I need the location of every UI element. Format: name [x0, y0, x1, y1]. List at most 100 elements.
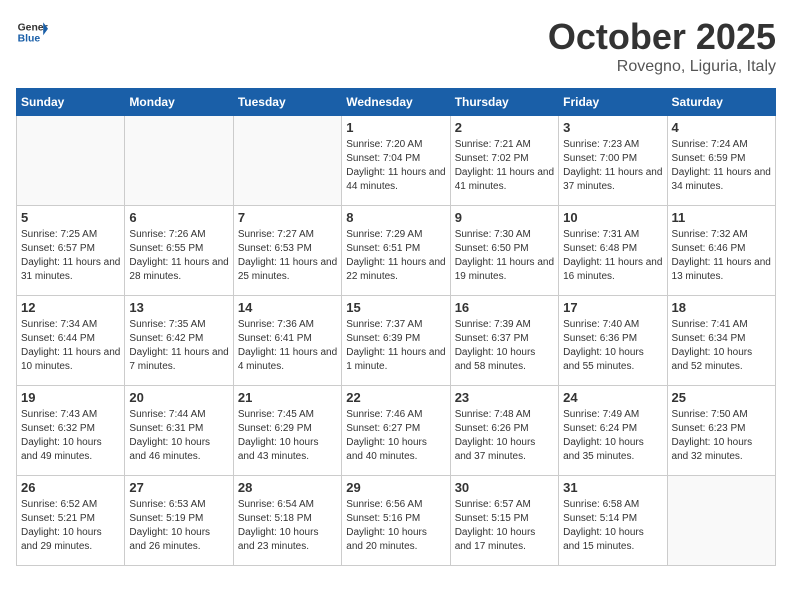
calendar-cell: 12Sunrise: 7:34 AMSunset: 6:44 PMDayligh… [17, 296, 125, 386]
day-number: 10 [563, 210, 662, 225]
calendar-cell [125, 116, 233, 206]
day-info: Sunrise: 7:50 AMSunset: 6:23 PMDaylight:… [672, 408, 771, 464]
day-info: Sunrise: 7:27 AMSunset: 6:53 PMDaylight:… [238, 228, 337, 284]
day-number: 1 [346, 120, 445, 135]
day-number: 18 [672, 300, 771, 315]
title-block: October 2025 Rovegno, Liguria, Italy [548, 16, 776, 76]
calendar-cell: 7 Sunrise: 7:27 AMSunset: 6:53 PMDaylight… [233, 206, 341, 296]
calendar-cell: 15 Sunrise: 7:37 AMSunset: 6:39 PMDayligh… [342, 296, 450, 386]
day-number: 30 [455, 480, 554, 495]
day-info: Sunrise: 6:54 AMSunset: 5:18 PMDaylight:… [238, 498, 337, 554]
day-info: Sunrise: 7:21 AMSunset: 7:02 PMDaylight:… [455, 138, 554, 194]
day-number: 19 [21, 390, 120, 405]
month-title: October 2025 [548, 16, 776, 58]
logo: General Blue [16, 16, 48, 48]
day-number: 16 [455, 300, 554, 315]
day-info: Sunrise: 7:25 AMSunset: 6:57 PMDaylight:… [21, 228, 120, 284]
day-info: Sunrise: 7:39 AMSunset: 6:37 PMDaylight:… [455, 318, 554, 374]
calendar-cell: 25Sunrise: 7:50 AMSunset: 6:23 PMDayligh… [667, 386, 775, 476]
calendar-cell: 14 Sunrise: 7:36 AMSunset: 6:41 PMDayligh… [233, 296, 341, 386]
weekday-header-saturday: Saturday [667, 89, 775, 116]
day-info: Sunrise: 7:30 AMSunset: 6:50 PMDaylight:… [455, 228, 554, 284]
day-info: Sunrise: 7:20 AMSunset: 7:04 PMDaylight:… [346, 138, 445, 194]
calendar-cell [233, 116, 341, 206]
calendar-table: SundayMondayTuesdayWednesdayThursdayFrid… [16, 88, 776, 566]
day-number: 22 [346, 390, 445, 405]
calendar-cell: 30 Sunrise: 6:57 AMSunset: 5:15 PMDayligh… [450, 476, 558, 566]
calendar-cell: 8Sunrise: 7:29 AMSunset: 6:51 PMDaylight… [342, 206, 450, 296]
calendar-cell: 24Sunrise: 7:49 AMSunset: 6:24 PMDayligh… [559, 386, 667, 476]
day-number: 12 [21, 300, 120, 315]
calendar-cell [17, 116, 125, 206]
calendar-cell: 1 Sunrise: 7:20 AMSunset: 7:04 PMDaylight… [342, 116, 450, 206]
calendar-cell [667, 476, 775, 566]
logo-icon: General Blue [16, 16, 48, 48]
calendar-cell: 23 Sunrise: 7:48 AMSunset: 6:26 PMDayligh… [450, 386, 558, 476]
day-number: 11 [672, 210, 771, 225]
day-number: 14 [238, 300, 337, 315]
day-info: Sunrise: 7:43 AMSunset: 6:32 PMDaylight:… [21, 408, 120, 464]
week-row-2: 5 Sunrise: 7:25 AMSunset: 6:57 PMDaylight… [17, 206, 776, 296]
calendar-cell: 6Sunrise: 7:26 AMSunset: 6:55 PMDaylight… [125, 206, 233, 296]
calendar-cell: 2 Sunrise: 7:21 AMSunset: 7:02 PMDaylight… [450, 116, 558, 206]
day-info: Sunrise: 7:24 AMSunset: 6:59 PMDaylight:… [672, 138, 771, 194]
calendar-cell: 31Sunrise: 6:58 AMSunset: 5:14 PMDayligh… [559, 476, 667, 566]
calendar-cell: 17Sunrise: 7:40 AMSunset: 6:36 PMDayligh… [559, 296, 667, 386]
calendar-cell: 21Sunrise: 7:45 AMSunset: 6:29 PMDayligh… [233, 386, 341, 476]
day-number: 7 [238, 210, 337, 225]
page-header: General Blue October 2025 Rovegno, Ligur… [16, 16, 776, 76]
weekday-header-monday: Monday [125, 89, 233, 116]
day-info: Sunrise: 6:56 AMSunset: 5:16 PMDaylight:… [346, 498, 445, 554]
calendar-cell: 13 Sunrise: 7:35 AMSunset: 6:42 PMDayligh… [125, 296, 233, 386]
day-number: 6 [129, 210, 228, 225]
day-info: Sunrise: 7:32 AMSunset: 6:46 PMDaylight:… [672, 228, 771, 284]
day-number: 9 [455, 210, 554, 225]
day-info: Sunrise: 7:31 AMSunset: 6:48 PMDaylight:… [563, 228, 662, 284]
calendar-cell: 11 Sunrise: 7:32 AMSunset: 6:46 PMDayligh… [667, 206, 775, 296]
calendar-cell: 19 Sunrise: 7:43 AMSunset: 6:32 PMDayligh… [17, 386, 125, 476]
weekday-header-friday: Friday [559, 89, 667, 116]
day-info: Sunrise: 7:41 AMSunset: 6:34 PMDaylight:… [672, 318, 771, 374]
calendar-cell: 4 Sunrise: 7:24 AMSunset: 6:59 PMDaylight… [667, 116, 775, 206]
day-info: Sunrise: 7:23 AMSunset: 7:00 PMDaylight:… [563, 138, 662, 194]
day-number: 28 [238, 480, 337, 495]
week-row-3: 12Sunrise: 7:34 AMSunset: 6:44 PMDayligh… [17, 296, 776, 386]
day-info: Sunrise: 6:52 AMSunset: 5:21 PMDaylight:… [21, 498, 120, 554]
day-number: 4 [672, 120, 771, 135]
day-number: 15 [346, 300, 445, 315]
day-number: 13 [129, 300, 228, 315]
day-number: 29 [346, 480, 445, 495]
day-number: 26 [21, 480, 120, 495]
calendar-cell: 20Sunrise: 7:44 AMSunset: 6:31 PMDayligh… [125, 386, 233, 476]
day-number: 5 [21, 210, 120, 225]
day-info: Sunrise: 7:37 AMSunset: 6:39 PMDaylight:… [346, 318, 445, 374]
day-info: Sunrise: 7:35 AMSunset: 6:42 PMDaylight:… [129, 318, 228, 374]
day-number: 3 [563, 120, 662, 135]
day-info: Sunrise: 7:44 AMSunset: 6:31 PMDaylight:… [129, 408, 228, 464]
day-info: Sunrise: 7:46 AMSunset: 6:27 PMDaylight:… [346, 408, 445, 464]
day-info: Sunrise: 7:36 AMSunset: 6:41 PMDaylight:… [238, 318, 337, 374]
day-info: Sunrise: 7:29 AMSunset: 6:51 PMDaylight:… [346, 228, 445, 284]
week-row-1: 1 Sunrise: 7:20 AMSunset: 7:04 PMDaylight… [17, 116, 776, 206]
day-info: Sunrise: 6:57 AMSunset: 5:15 PMDaylight:… [455, 498, 554, 554]
day-number: 27 [129, 480, 228, 495]
weekday-header-tuesday: Tuesday [233, 89, 341, 116]
calendar-cell: 3 Sunrise: 7:23 AMSunset: 7:00 PMDaylight… [559, 116, 667, 206]
svg-text:Blue: Blue [18, 34, 41, 45]
day-info: Sunrise: 7:45 AMSunset: 6:29 PMDaylight:… [238, 408, 337, 464]
calendar-cell: 27 Sunrise: 6:53 AMSunset: 5:19 PMDayligh… [125, 476, 233, 566]
calendar-cell: 5 Sunrise: 7:25 AMSunset: 6:57 PMDaylight… [17, 206, 125, 296]
day-info: Sunrise: 7:40 AMSunset: 6:36 PMDaylight:… [563, 318, 662, 374]
calendar-cell: 28 Sunrise: 6:54 AMSunset: 5:18 PMDayligh… [233, 476, 341, 566]
calendar-cell: 9 Sunrise: 7:30 AMSunset: 6:50 PMDaylight… [450, 206, 558, 296]
week-row-4: 19 Sunrise: 7:43 AMSunset: 6:32 PMDayligh… [17, 386, 776, 476]
calendar-cell: 29 Sunrise: 6:56 AMSunset: 5:16 PMDayligh… [342, 476, 450, 566]
day-number: 23 [455, 390, 554, 405]
day-info: Sunrise: 7:49 AMSunset: 6:24 PMDaylight:… [563, 408, 662, 464]
day-info: Sunrise: 6:53 AMSunset: 5:19 PMDaylight:… [129, 498, 228, 554]
calendar-cell: 18 Sunrise: 7:41 AMSunset: 6:34 PMDayligh… [667, 296, 775, 386]
day-number: 2 [455, 120, 554, 135]
day-number: 31 [563, 480, 662, 495]
day-info: Sunrise: 7:48 AMSunset: 6:26 PMDaylight:… [455, 408, 554, 464]
weekday-header-wednesday: Wednesday [342, 89, 450, 116]
